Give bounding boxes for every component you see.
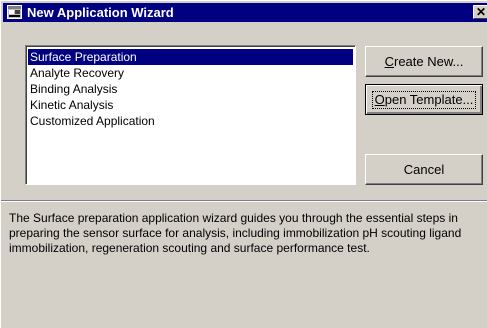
- application-list[interactable]: Surface Preparation Analyte Recovery Bindi…: [25, 45, 356, 185]
- wizard-window: New Application Wizard ✕ Surface Prepara…: [0, 0, 487, 328]
- create-new-label-after: reate New...: [394, 54, 464, 69]
- title-bar[interactable]: New Application Wizard ✕: [3, 3, 487, 22]
- list-item[interactable]: Surface Preparation: [28, 49, 353, 65]
- create-new-mnemonic: C: [384, 54, 394, 69]
- close-button[interactable]: ✕: [473, 5, 487, 19]
- cancel-label: Cancel: [403, 162, 445, 177]
- open-template-label-after: pen Template...: [384, 92, 474, 107]
- wizard-description: The Surface preparation application wiza…: [9, 211, 462, 255]
- open-template-mnemonic: O: [374, 92, 385, 107]
- list-item[interactable]: Analyte Recovery: [28, 65, 353, 81]
- list-item[interactable]: Customized Application: [28, 113, 353, 129]
- list-item[interactable]: Binding Analysis: [28, 81, 353, 97]
- separator: [1, 200, 487, 202]
- application-wizard-icon: [7, 5, 22, 19]
- application-list-items: Surface Preparation Analyte Recovery Bindi…: [28, 49, 353, 129]
- create-new-button[interactable]: Create New...: [365, 46, 483, 77]
- cancel-button[interactable]: Cancel: [365, 154, 483, 185]
- list-item[interactable]: Kinetic Analysis: [28, 97, 353, 113]
- open-template-button[interactable]: Open Template...: [365, 84, 483, 115]
- close-icon: ✕: [475, 5, 487, 19]
- focus-rectangle: Open Template...: [371, 91, 477, 109]
- window-title: New Application Wizard: [27, 5, 174, 20]
